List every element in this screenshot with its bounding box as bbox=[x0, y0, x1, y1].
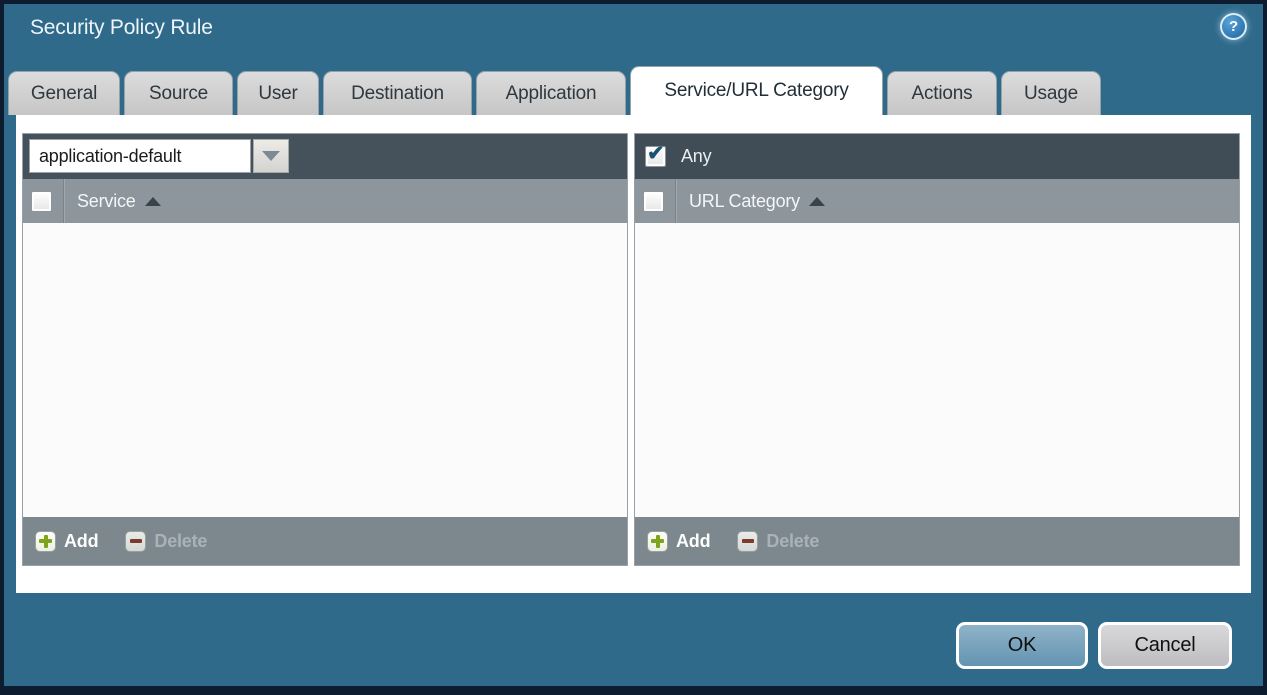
url-category-grid-header: URL Category bbox=[635, 179, 1239, 223]
url-category-list[interactable] bbox=[635, 223, 1239, 517]
tab-general[interactable]: General bbox=[8, 71, 120, 115]
tab-bar: General Source User Destination Applicat… bbox=[8, 66, 1101, 115]
tab-usage[interactable]: Usage bbox=[1001, 71, 1101, 115]
delete-icon bbox=[125, 531, 146, 552]
dialog-title: Security Policy Rule bbox=[30, 16, 213, 40]
add-icon bbox=[35, 531, 56, 552]
url-category-panel: Any URL Category Add Delete bbox=[634, 133, 1240, 566]
delete-service-button[interactable]: Delete bbox=[125, 531, 207, 552]
service-type-dropdown-value[interactable]: application-default bbox=[29, 139, 251, 173]
tab-user[interactable]: User bbox=[237, 71, 319, 115]
tab-destination[interactable]: Destination bbox=[323, 71, 472, 115]
service-panel-toolbar: application-default bbox=[23, 134, 627, 179]
help-icon[interactable]: ? bbox=[1220, 13, 1247, 40]
add-url-category-button[interactable]: Add bbox=[647, 531, 710, 552]
any-checkbox[interactable] bbox=[645, 146, 666, 167]
delete-icon bbox=[737, 531, 758, 552]
any-label: Any bbox=[681, 146, 711, 167]
select-all-url-categories-checkbox[interactable] bbox=[643, 191, 664, 212]
column-divider bbox=[63, 179, 64, 223]
delete-url-category-button[interactable]: Delete bbox=[737, 531, 819, 552]
sort-asc-icon bbox=[809, 197, 825, 206]
sort-asc-icon bbox=[145, 197, 161, 206]
service-column-header[interactable]: Service bbox=[77, 191, 136, 212]
service-grid-header: Service bbox=[23, 179, 627, 223]
cancel-button[interactable]: Cancel bbox=[1098, 622, 1232, 669]
select-all-services-checkbox[interactable] bbox=[31, 191, 52, 212]
url-category-column-header[interactable]: URL Category bbox=[689, 191, 800, 212]
ok-button[interactable]: OK bbox=[956, 622, 1088, 669]
service-type-dropdown[interactable]: application-default bbox=[29, 139, 289, 173]
service-grid-footer: Add Delete bbox=[23, 517, 627, 565]
delete-service-label: Delete bbox=[154, 531, 207, 552]
tab-content-area: application-default Service Add bbox=[16, 115, 1251, 593]
tab-source[interactable]: Source bbox=[124, 71, 233, 115]
url-category-grid-footer: Add Delete bbox=[635, 517, 1239, 565]
tab-actions[interactable]: Actions bbox=[887, 71, 997, 115]
column-divider bbox=[675, 179, 676, 223]
security-policy-rule-dialog: Security Policy Rule ? General Source Us… bbox=[0, 0, 1267, 695]
add-icon bbox=[647, 531, 668, 552]
add-service-label: Add bbox=[64, 531, 98, 552]
service-panel: application-default Service Add bbox=[22, 133, 628, 566]
url-category-panel-toolbar: Any bbox=[635, 134, 1239, 179]
tab-service-url-category[interactable]: Service/URL Category bbox=[630, 66, 883, 115]
tab-application[interactable]: Application bbox=[476, 71, 626, 115]
add-url-category-label: Add bbox=[676, 531, 710, 552]
service-list[interactable] bbox=[23, 223, 627, 517]
chevron-down-icon bbox=[262, 151, 280, 161]
add-service-button[interactable]: Add bbox=[35, 531, 98, 552]
delete-url-category-label: Delete bbox=[766, 531, 819, 552]
dropdown-arrow-button[interactable] bbox=[253, 139, 289, 173]
